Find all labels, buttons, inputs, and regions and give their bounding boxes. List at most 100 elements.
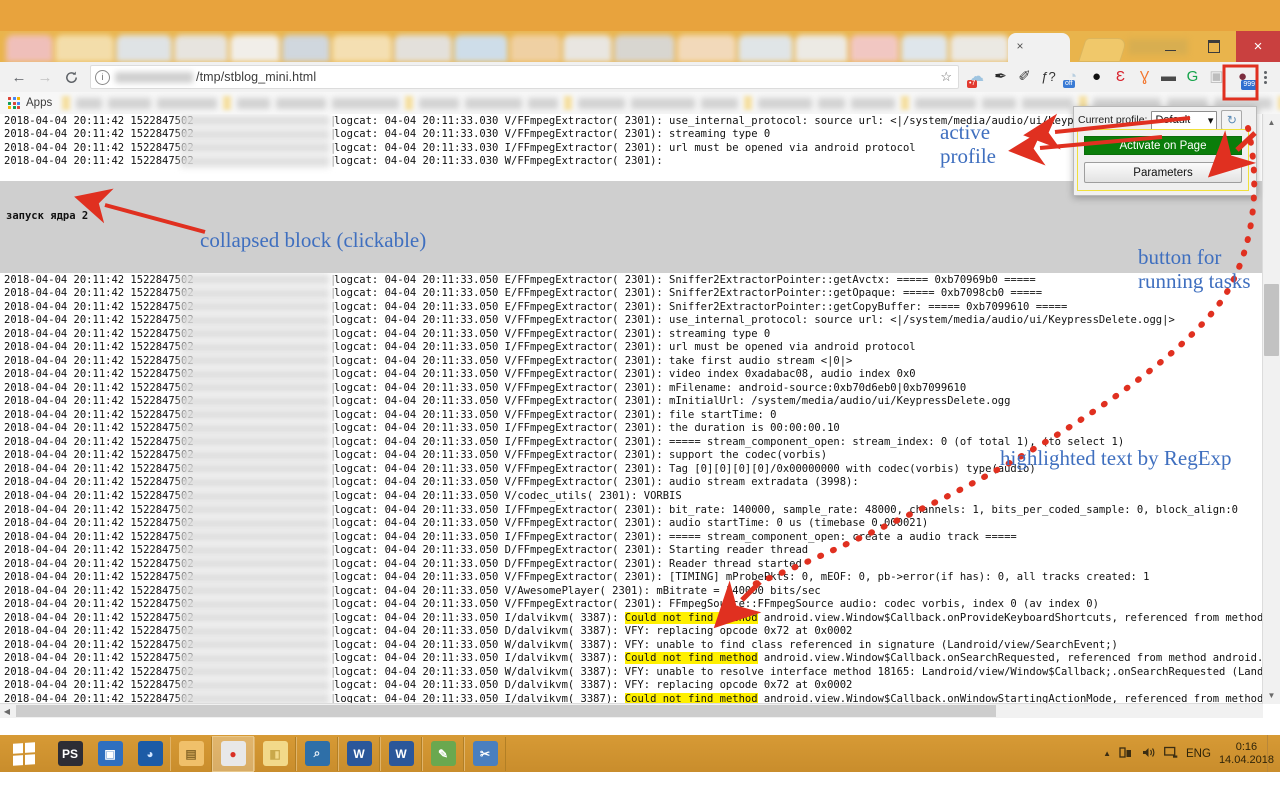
log-line[interactable]: 2018-04-04 20:11:42 1522847502 | logcat: 0… bbox=[0, 368, 1263, 382]
log-line[interactable]: 2018-04-04 20:11:42 1522847502 | logcat: 0… bbox=[0, 624, 1263, 638]
log-line[interactable]: 2018-04-04 20:11:42 1522847502 | logcat: 0… bbox=[0, 314, 1263, 328]
vertical-scrollbar[interactable]: ▲ ▼ bbox=[1262, 114, 1280, 704]
background-tab[interactable] bbox=[563, 35, 613, 62]
bookmark-item[interactable] bbox=[915, 97, 977, 109]
bookmark-folder-icon[interactable] bbox=[901, 96, 910, 110]
cloud-extension-icon[interactable]: ☁ •7 bbox=[965, 65, 988, 89]
activate-on-page-button[interactable]: Activate on Page bbox=[1084, 136, 1242, 155]
background-tab[interactable] bbox=[331, 35, 393, 62]
background-tab[interactable] bbox=[509, 35, 562, 62]
log-line[interactable]: 2018-04-04 20:11:42 1522847502 | logcat: 0… bbox=[0, 354, 1263, 368]
show-hidden-icons-icon[interactable]: ▲ bbox=[1103, 749, 1111, 758]
bookmark-item[interactable] bbox=[465, 97, 523, 109]
taskbar-item-explorer[interactable]: ▤ bbox=[170, 736, 212, 771]
apps-label[interactable]: Apps bbox=[26, 97, 52, 109]
background-tab[interactable] bbox=[394, 35, 452, 62]
log-line[interactable]: 2018-04-04 20:11:42 1522847502 | logcat: 0… bbox=[0, 489, 1263, 503]
eyedropper-extension-icon[interactable]: ✐ bbox=[1013, 65, 1036, 89]
bookmark-item[interactable] bbox=[419, 97, 460, 109]
taskbar-item-snipping-tool[interactable]: ✂ bbox=[464, 736, 506, 771]
background-tab[interactable] bbox=[6, 35, 53, 62]
bookmark-folder-icon[interactable] bbox=[223, 96, 232, 110]
log-line[interactable]: 2018-04-04 20:11:42 1522847502 | logcat: 0… bbox=[0, 516, 1263, 530]
log-line[interactable]: 2018-04-04 20:11:42 1522847502 | logcat: 0… bbox=[0, 557, 1263, 571]
chrome-menu-icon[interactable] bbox=[1256, 65, 1274, 89]
owl-extension-icon[interactable]: ● bbox=[1085, 65, 1108, 89]
bookmark-item[interactable] bbox=[76, 97, 103, 109]
evernote-extension-icon[interactable]: Ɛ bbox=[1109, 65, 1132, 89]
camera-extension-icon[interactable]: ▣ bbox=[1205, 65, 1228, 89]
log-line[interactable]: 2018-04-04 20:11:42 1522847502 | logcat: 0… bbox=[0, 327, 1263, 341]
bookmark-item[interactable] bbox=[578, 97, 626, 109]
mask-extension-icon[interactable]: ▬ bbox=[1157, 65, 1180, 89]
function-extension-icon[interactable]: ƒ? bbox=[1037, 65, 1060, 89]
log-line[interactable]: 2018-04-04 20:11:42 1522847502 | logcat: 0… bbox=[0, 570, 1263, 584]
background-tab[interactable] bbox=[229, 35, 281, 62]
log-line[interactable]: 2018-04-04 20:11:42 1522847502 | logcat: 0… bbox=[0, 408, 1263, 422]
log-line[interactable]: 2018-04-04 20:11:42 1522847502 | logcat: 0… bbox=[0, 300, 1263, 314]
log-line[interactable]: 2018-04-04 20:11:42 1522847502 | logcat: 0… bbox=[0, 341, 1263, 355]
bookmark-item[interactable] bbox=[528, 97, 559, 109]
scroll-down-icon[interactable]: ▼ bbox=[1263, 687, 1280, 704]
background-tab[interactable] bbox=[795, 35, 848, 62]
taskbar-item-search[interactable]: ⌕ bbox=[296, 736, 338, 771]
tab-close-icon[interactable]: × bbox=[1013, 39, 1027, 53]
taskbar-item-word-1[interactable]: W bbox=[338, 736, 380, 771]
new-tab-button[interactable] bbox=[1078, 38, 1128, 62]
start-button[interactable] bbox=[0, 735, 48, 772]
network-icon[interactable] bbox=[1119, 746, 1133, 762]
bookmark-folder-icon[interactable] bbox=[564, 96, 573, 110]
log-line[interactable]: 2018-04-04 20:11:42 1522847502 | logcat: 0… bbox=[0, 503, 1263, 517]
bookmark-folder-icon[interactable] bbox=[405, 96, 414, 110]
taskbar-item-notepad[interactable]: ✎ bbox=[422, 736, 464, 771]
bookmark-item[interactable] bbox=[631, 97, 696, 109]
log-line[interactable]: 2018-04-04 20:11:42 1522847502 | logcat: 0… bbox=[0, 287, 1263, 301]
language-indicator[interactable]: ENG bbox=[1186, 748, 1211, 760]
log-line[interactable]: 2018-04-04 20:11:42 1522847502 | logcat: 0… bbox=[0, 273, 1263, 287]
profile-select[interactable]: Default ▾ bbox=[1151, 110, 1218, 130]
log-line[interactable]: 2018-04-04 20:11:42 1522847502 | logcat: 0… bbox=[0, 651, 1263, 665]
taskbar-item-chrome[interactable]: ● bbox=[212, 735, 254, 772]
bookmark-item[interactable] bbox=[1022, 97, 1074, 109]
show-desktop-button[interactable] bbox=[1267, 735, 1274, 772]
taskbar-item-notes[interactable]: ◧ bbox=[254, 736, 296, 771]
bookmark-folder-icon[interactable] bbox=[62, 96, 71, 110]
log-line[interactable]: 2018-04-04 20:11:42 1522847502 | logcat: 0… bbox=[0, 638, 1263, 652]
bookmark-item[interactable] bbox=[276, 97, 327, 109]
log-line[interactable]: 2018-04-04 20:11:42 1522847502 | logcat: 0… bbox=[0, 422, 1263, 436]
background-tab[interactable] bbox=[849, 35, 900, 62]
log-line[interactable]: 2018-04-04 20:11:42 1522847502 | logcat: 0… bbox=[0, 476, 1263, 490]
bookmark-item[interactable] bbox=[758, 97, 813, 109]
close-button[interactable]: × bbox=[1236, 31, 1280, 62]
horizontal-scrollbar[interactable]: ◀ bbox=[0, 703, 1263, 718]
background-tab[interactable] bbox=[737, 35, 794, 62]
hubspot-extension-icon[interactable]: Ɣ bbox=[1133, 65, 1156, 89]
background-tab[interactable] bbox=[453, 35, 508, 62]
log-line[interactable]: 2018-04-04 20:11:42 1522847502 | logcat: 0… bbox=[0, 597, 1263, 611]
background-tab[interactable] bbox=[901, 35, 948, 62]
background-tab[interactable] bbox=[614, 35, 676, 62]
maximize-button[interactable] bbox=[1192, 31, 1236, 62]
bookmark-item[interactable] bbox=[157, 97, 218, 109]
parameters-button[interactable]: Parameters bbox=[1084, 162, 1242, 183]
clock[interactable]: 0:16 14.04.2018 bbox=[1219, 741, 1274, 767]
background-tab[interactable] bbox=[174, 35, 228, 62]
bookmark-folder-icon[interactable] bbox=[744, 96, 753, 110]
log-line[interactable]: 2018-04-04 20:11:42 1522847502 | logcat: 0… bbox=[0, 665, 1263, 679]
taskbar-item-thunderbird[interactable]: ◕ bbox=[130, 737, 170, 771]
action-center-icon[interactable] bbox=[1164, 746, 1178, 762]
scroll-left-icon[interactable]: ◀ bbox=[0, 704, 14, 718]
taskbar-item-remote-desktop[interactable]: ▣ bbox=[90, 737, 130, 771]
reload-icon[interactable] bbox=[58, 64, 84, 90]
taskbar-item-word-2[interactable]: W bbox=[380, 736, 422, 771]
bookmark-item[interactable] bbox=[332, 97, 400, 109]
log-line[interactable]: 2018-04-04 20:11:42 1522847502 | logcat: 0… bbox=[0, 381, 1263, 395]
background-tab[interactable] bbox=[949, 35, 1010, 62]
log-line[interactable]: 2018-04-04 20:11:42 1522847502 | logcat: 0… bbox=[0, 611, 1263, 625]
background-tab[interactable] bbox=[282, 35, 330, 62]
scroll-up-icon[interactable]: ▲ bbox=[1263, 114, 1280, 131]
site-info-icon[interactable]: i bbox=[95, 69, 110, 85]
log-line[interactable]: 2018-04-04 20:11:42 1522847502 | logcat: 0… bbox=[0, 543, 1263, 557]
background-tabs[interactable] bbox=[6, 33, 1011, 62]
back-icon[interactable]: ← bbox=[6, 64, 32, 90]
